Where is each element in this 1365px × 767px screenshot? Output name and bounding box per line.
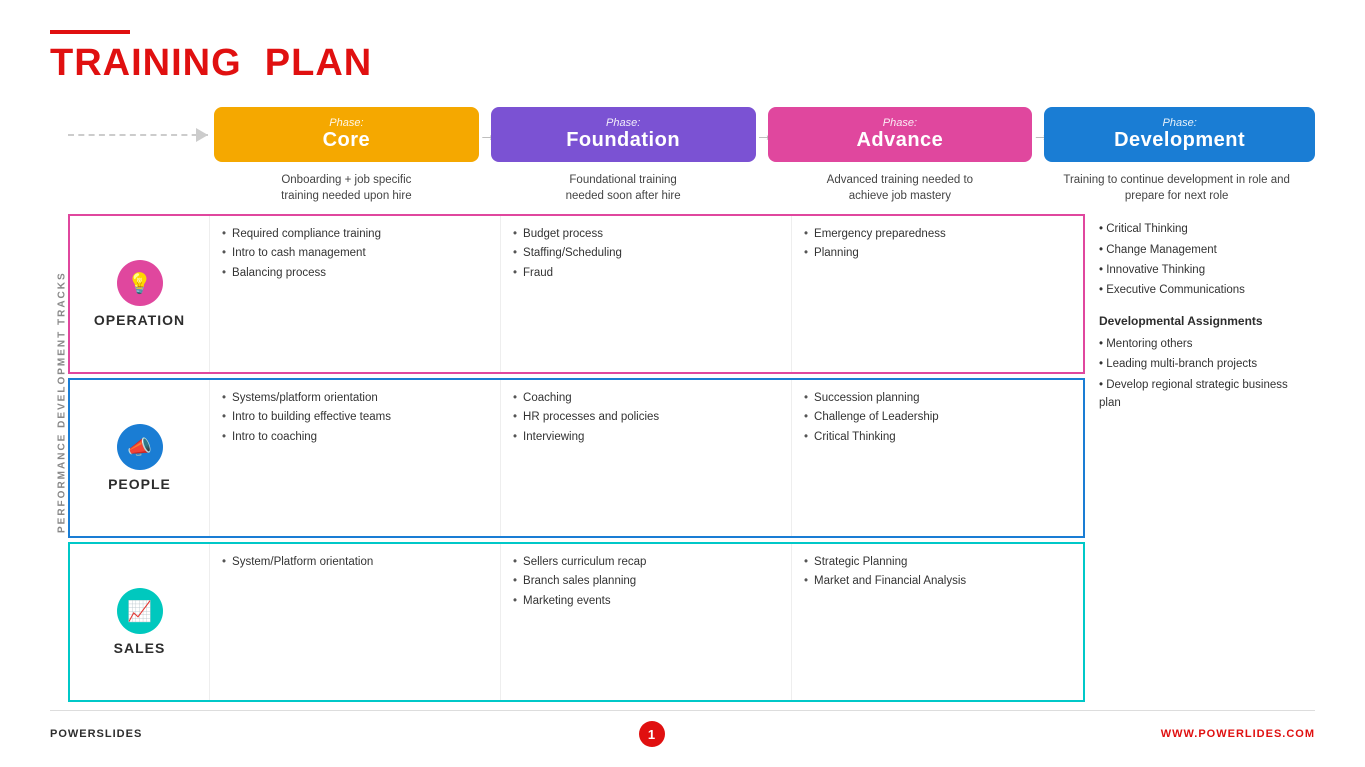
main-content: PERFORMANCE DEVELOPMENT TRACKS Phase: Co…: [50, 103, 1315, 702]
desc-foundation: Foundational trainingneeded soon after h…: [485, 166, 762, 210]
dev-item-innovative-thinking: • Innovative Thinking: [1099, 261, 1301, 279]
list-item: HR processes and policies: [513, 409, 779, 426]
dev-item-critical-thinking: • Critical Thinking: [1099, 220, 1301, 238]
operation-core-cell: Required compliance training Intro to ca…: [210, 216, 501, 372]
sales-icon: 📈: [117, 588, 163, 634]
footer-right: WWW.POWERLIDES.COM: [1161, 728, 1315, 740]
sales-advance-cell: Strategic Planning Market and Financial …: [792, 544, 1083, 700]
dashed-line: [68, 134, 208, 136]
phase-foundation-label: Phase:: [505, 117, 742, 129]
operation-header: 💡 OPERATION: [70, 216, 210, 372]
phase-development-name: Development: [1058, 129, 1301, 152]
sidebar-label: PERFORMANCE DEVELOPMENT TRACKS: [50, 103, 68, 702]
header-line: [50, 30, 130, 34]
list-item: Emergency preparedness: [804, 226, 1071, 243]
people-header: 📣 PEOPLE: [70, 380, 210, 536]
list-item: Required compliance training: [222, 226, 488, 243]
people-core-cell: Systems/platform orientation Intro to bu…: [210, 380, 501, 536]
phase-core-label: Phase:: [228, 117, 465, 129]
operation-icon: 💡: [117, 260, 163, 306]
list-item: Market and Financial Analysis: [804, 573, 1071, 590]
list-item: Marketing events: [513, 593, 779, 610]
phase-foundation-name: Foundation: [505, 129, 742, 152]
list-item: Interviewing: [513, 429, 779, 446]
list-item: Budget process: [513, 226, 779, 243]
desc-row: Onboarding + job specifictraining needed…: [68, 166, 1315, 210]
list-item: Coaching: [513, 390, 779, 407]
operation-title: OPERATION: [94, 312, 185, 328]
dev-item-change-management: • Change Management: [1099, 241, 1301, 259]
footer-left: POWERSLIDES: [50, 728, 142, 740]
list-item: Balancing process: [222, 265, 488, 282]
sales-core-cell: System/Platform orientation: [210, 544, 501, 700]
list-item: Strategic Planning: [804, 554, 1071, 571]
list-item: Intro to coaching: [222, 429, 488, 446]
phase-arrow: [196, 128, 208, 142]
list-item: Staffing/Scheduling: [513, 245, 779, 262]
people-foundation-cell: Coaching HR processes and policies Inter…: [501, 380, 792, 536]
phase-foundation: Phase: Foundation: [491, 107, 756, 162]
sales-row: 📈 SALES System/Platform orientation Sell…: [68, 542, 1085, 702]
dev-item-executive-comms: • Executive Communications: [1099, 281, 1301, 299]
phase-development-label: Phase:: [1058, 117, 1301, 129]
list-item: Systems/platform orientation: [222, 390, 488, 407]
tracks-and-dev: 💡 OPERATION Required compliance training…: [68, 214, 1315, 702]
list-item: Intro to cash management: [222, 245, 488, 262]
page-number: 1: [639, 721, 665, 747]
list-item: Challenge of Leadership: [804, 409, 1071, 426]
list-item: Planning: [804, 245, 1071, 262]
people-title: PEOPLE: [108, 476, 171, 492]
list-item: Branch sales planning: [513, 573, 779, 590]
title-black: TRAINING: [50, 42, 242, 84]
operation-foundation-cell: Budget process Staffing/Scheduling Fraud: [501, 216, 792, 372]
dev-item-mentoring: • Mentoring others: [1099, 335, 1301, 353]
operation-advance-cell: Emergency preparedness Planning: [792, 216, 1083, 372]
list-item: Fraud: [513, 265, 779, 282]
list-item: Succession planning: [804, 390, 1071, 407]
phases-row: Phase: Core Phase: Foundation Phase: Adv…: [68, 103, 1315, 166]
operation-row: 💡 OPERATION Required compliance training…: [68, 214, 1085, 374]
sales-header: 📈 SALES: [70, 544, 210, 700]
page: TRAINING PLAN PERFORMANCE DEVELOPMENT TR…: [0, 0, 1365, 767]
list-item: Critical Thinking: [804, 429, 1071, 446]
people-icon: 📣: [117, 424, 163, 470]
footer: POWERSLIDES 1 WWW.POWERLIDES.COM: [50, 710, 1315, 747]
development-column: • Critical Thinking • Change Management …: [1085, 214, 1315, 702]
phase-advance-label: Phase:: [782, 117, 1019, 129]
dev-item-leading-projects: • Leading multi-branch projects: [1099, 355, 1301, 373]
list-item: Intro to building effective teams: [222, 409, 488, 426]
desc-core: Onboarding + job specifictraining needed…: [208, 166, 485, 210]
list-item: System/Platform orientation: [222, 554, 488, 571]
phase-advance-name: Advance: [782, 129, 1019, 152]
phase-advance: Phase: Advance: [768, 107, 1033, 162]
phase-empty: [68, 128, 208, 142]
sales-foundation-cell: Sellers curriculum recap Branch sales pl…: [501, 544, 792, 700]
dev-assignments-title: Developmental Assignments: [1099, 312, 1301, 331]
footer-center: 1: [639, 721, 665, 747]
people-row: 📣 PEOPLE Systems/platform orientation In…: [68, 378, 1085, 538]
desc-advance: Advanced training needed toachieve job m…: [762, 166, 1039, 210]
phase-development: Phase: Development: [1044, 107, 1315, 162]
table-area: Phase: Core Phase: Foundation Phase: Adv…: [68, 103, 1315, 702]
desc-development: Training to continue development in role…: [1038, 166, 1315, 210]
list-item: Sellers curriculum recap: [513, 554, 779, 571]
people-advance-cell: Succession planning Challenge of Leaders…: [792, 380, 1083, 536]
desc-empty: [68, 166, 208, 210]
title-red: PLAN: [265, 42, 372, 84]
dev-item-strategic-plan: • Develop regional strategic business pl…: [1099, 376, 1301, 413]
page-title: TRAINING PLAN: [50, 42, 1315, 85]
tracks-section: 💡 OPERATION Required compliance training…: [68, 214, 1085, 702]
phase-core: Phase: Core: [214, 107, 479, 162]
sales-title: SALES: [114, 640, 166, 656]
phase-core-name: Core: [228, 129, 465, 152]
